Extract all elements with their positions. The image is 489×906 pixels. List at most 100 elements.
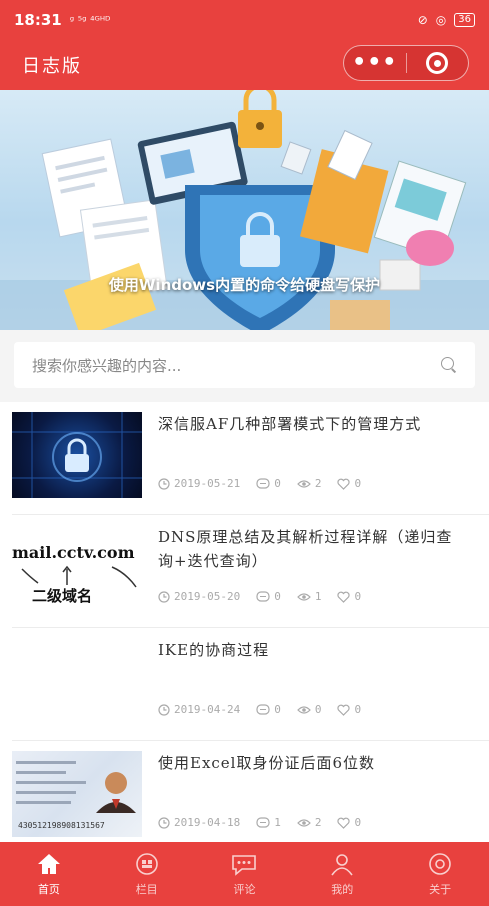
view-count: 2 bbox=[314, 816, 322, 829]
close-circle-icon bbox=[426, 52, 449, 74]
likes-group[interactable]: 0 bbox=[337, 703, 361, 716]
heart-icon bbox=[337, 478, 351, 490]
article-meta: 2019-04-24 0 0 0 bbox=[158, 703, 377, 716]
bottom-tab-bar: 首页 栏目 评论 我的 关于 bbox=[0, 842, 489, 906]
heart-icon bbox=[337, 591, 351, 603]
article-thumbnail-blank bbox=[12, 638, 142, 724]
clock-icon bbox=[158, 816, 170, 829]
article-thumbnail-domain-diagram: mail.cctv.com 二级域名 bbox=[12, 525, 142, 611]
mini-program-capsule: ••• bbox=[343, 45, 469, 81]
comment-bubble-icon bbox=[232, 854, 257, 876]
likes-group[interactable]: 0 bbox=[337, 816, 361, 829]
id-card-number: 430512198908131567 bbox=[18, 821, 105, 830]
clock-icon bbox=[158, 477, 170, 490]
views-group: 1 bbox=[297, 590, 322, 603]
comment-icon bbox=[256, 703, 270, 715]
view-count: 0 bbox=[314, 703, 322, 716]
tab-mine[interactable]: 我的 bbox=[293, 842, 391, 906]
search-icon[interactable] bbox=[441, 357, 457, 373]
banner-caption: 使用Windows内置的命令给硬盘写保护 bbox=[108, 276, 381, 294]
tab-label-home: 首页 bbox=[37, 882, 60, 896]
eye-icon bbox=[297, 818, 311, 827]
nfc-icon: ⊘ bbox=[417, 13, 428, 27]
like-count: 0 bbox=[354, 590, 362, 603]
article-date: 2019-05-20 bbox=[174, 590, 241, 603]
view-count: 1 bbox=[314, 590, 322, 603]
article-date: 2019-05-21 bbox=[174, 477, 241, 490]
comments-group: 1 bbox=[256, 816, 281, 829]
eye-icon bbox=[297, 705, 311, 714]
alarm-icon: ◎ bbox=[435, 13, 447, 27]
close-mini-program-button[interactable] bbox=[407, 52, 469, 74]
status-right: ⊘ ◎ 36 bbox=[418, 13, 475, 27]
home-icon bbox=[37, 853, 60, 874]
status-time: 18:31 bbox=[14, 11, 62, 29]
article-meta: 2019-05-20 0 1 0 bbox=[158, 590, 377, 603]
search-input[interactable]: 搜索你感兴趣的内容... bbox=[14, 342, 475, 388]
eye-icon bbox=[297, 479, 311, 488]
views-group: 2 bbox=[297, 816, 322, 829]
article-thumbnail-cyber-lock bbox=[12, 412, 142, 498]
navigation-bar: 日志版 ••• bbox=[0, 40, 489, 90]
like-count: 0 bbox=[354, 816, 362, 829]
tab-label-about: 关于 bbox=[429, 882, 452, 896]
clock-icon bbox=[158, 590, 170, 603]
article-date: 2019-04-24 bbox=[174, 703, 241, 716]
article-item[interactable]: 430512198908131567 使用Excel取身份证后面6位数 2019… bbox=[12, 741, 489, 842]
article-item[interactable]: IKE的协商过程 2019-04-24 0 0 0 bbox=[12, 628, 489, 741]
view-count: 2 bbox=[314, 477, 322, 490]
tab-comments[interactable]: 评论 bbox=[196, 842, 294, 906]
comment-icon bbox=[256, 590, 270, 602]
comments-group: 0 bbox=[256, 590, 281, 603]
search-section: 搜索你感兴趣的内容... bbox=[0, 330, 489, 402]
comment-icon bbox=[256, 816, 270, 828]
battery-icon: 36 bbox=[454, 13, 475, 27]
eye-icon bbox=[297, 592, 311, 601]
tab-label-columns: 栏目 bbox=[135, 882, 158, 896]
likes-group[interactable]: 0 bbox=[337, 477, 361, 490]
views-group: 0 bbox=[297, 703, 322, 716]
tab-label-mine: 我的 bbox=[331, 882, 354, 896]
article-meta: 2019-04-18 1 2 0 bbox=[158, 816, 377, 829]
status-bar: 18:31 ᵍ ⁵ᵍ ⁴ᴳᴴᴰ ⊘ ◎ 36 bbox=[0, 0, 489, 40]
lock-icon bbox=[12, 412, 142, 498]
user-icon bbox=[331, 853, 353, 875]
page-title: 日志版 bbox=[22, 56, 82, 77]
comment-count: 1 bbox=[274, 816, 281, 829]
likes-group[interactable]: 0 bbox=[337, 590, 361, 603]
tab-label-comments: 评论 bbox=[233, 882, 256, 896]
grid-icon bbox=[135, 852, 158, 875]
article-item[interactable]: mail.cctv.com 二级域名 DNS原理总结及其解析过程详解（递归查询+… bbox=[12, 515, 489, 628]
heart-icon bbox=[337, 704, 351, 716]
thumb-domain-label: 二级域名 bbox=[32, 587, 93, 605]
article-list: 深信服AF几种部署模式下的管理方式 2019-05-21 0 2 0 mail.… bbox=[0, 402, 489, 842]
comments-group: 0 bbox=[256, 477, 281, 490]
about-icon bbox=[429, 852, 451, 875]
comment-count: 0 bbox=[274, 703, 281, 716]
tab-columns[interactable]: 栏目 bbox=[98, 842, 196, 906]
article-item[interactable]: 深信服AF几种部署模式下的管理方式 2019-05-21 0 2 0 bbox=[12, 402, 489, 515]
article-title[interactable]: 使用Excel取身份证后面6位数 bbox=[158, 751, 458, 775]
search-placeholder: 搜索你感兴趣的内容... bbox=[32, 356, 182, 375]
date-group: 2019-05-21 bbox=[158, 477, 240, 490]
article-meta: 2019-05-21 0 2 0 bbox=[158, 477, 377, 490]
comment-count: 0 bbox=[274, 477, 281, 490]
banner-carousel[interactable]: 使用Windows内置的命令给硬盘写保护 bbox=[0, 90, 489, 330]
tab-home[interactable]: 首页 bbox=[0, 842, 98, 906]
article-date: 2019-04-18 bbox=[174, 816, 241, 829]
tab-about[interactable]: 关于 bbox=[391, 842, 489, 906]
article-title[interactable]: DNS原理总结及其解析过程详解（递归查询+迭代查询） bbox=[158, 525, 458, 573]
clock-icon bbox=[158, 703, 170, 716]
like-count: 0 bbox=[354, 703, 362, 716]
more-options-icon[interactable]: ••• bbox=[344, 52, 406, 74]
comment-icon bbox=[256, 477, 270, 489]
date-group: 2019-05-20 bbox=[158, 590, 240, 603]
article-thumbnail-id-card: 430512198908131567 bbox=[12, 751, 142, 837]
views-group: 2 bbox=[297, 477, 322, 490]
like-count: 0 bbox=[354, 477, 362, 490]
comment-count: 0 bbox=[274, 590, 281, 603]
article-title[interactable]: IKE的协商过程 bbox=[158, 638, 458, 662]
date-group: 2019-04-18 bbox=[158, 816, 240, 829]
article-title[interactable]: 深信服AF几种部署模式下的管理方式 bbox=[158, 412, 458, 436]
comments-group: 0 bbox=[256, 703, 281, 716]
